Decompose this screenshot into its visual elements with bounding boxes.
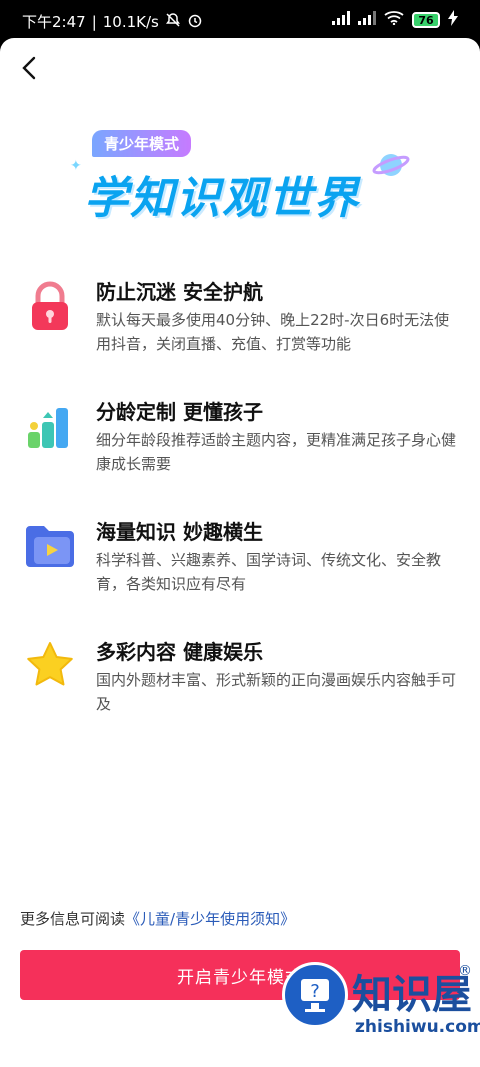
status-left: 下午2:47 | 10.1K/s [22, 11, 203, 32]
feature-desc: 默认每天最多使用40分钟、晚上22时-次日6时无法使用抖音，关闭直播、充值、打赏… [96, 311, 450, 353]
watermark-logo-icon: ? [282, 962, 348, 1028]
sparkle-icon: ✦ [70, 158, 82, 174]
status-divider: | [91, 12, 97, 31]
feature-title: 防止沉迷 安全护航 [96, 280, 263, 304]
video-folder-icon [24, 520, 76, 572]
planet-icon [372, 146, 410, 184]
guidelines-link[interactable]: 《儿童/青少年使用须知》 [125, 910, 295, 928]
battery-icon: 76 [412, 12, 440, 28]
status-right: 76 [332, 10, 458, 30]
watermark-registered: ® [458, 963, 472, 979]
teen-mode-badge: 青少年模式 [92, 130, 192, 157]
feature-desc: 国内外题材丰富、形式新颖的正向漫画娱乐内容触手可及 [96, 671, 457, 713]
alarm-icon [187, 12, 203, 32]
feature-title: 分龄定制 更懂孩子 [96, 400, 263, 424]
charging-icon [448, 10, 458, 30]
svg-text:?: ? [310, 981, 320, 1002]
lock-icon [24, 280, 76, 332]
network-speed: 10.1K/s [102, 12, 159, 31]
teen-mode-sheet: ✦ 青少年模式 学知识观世界 防止沉迷 安全护航 默认每天最多使用40分钟、晚上… [0, 38, 480, 1067]
star-icon [24, 640, 76, 692]
wifi-icon [384, 11, 404, 29]
signal-icon [332, 11, 350, 29]
usage-notice: 更多信息可阅读《儿童/青少年使用须知》 [20, 908, 295, 929]
notice-text: 更多信息可阅读 [20, 910, 126, 928]
hero-title: 学知识观世界 [84, 173, 360, 224]
feature-desc: 细分年龄段推荐适龄主题内容，更精准满足孩子身心健康成长需要 [96, 431, 457, 473]
status-time: 下午2:47 [22, 13, 86, 31]
feature-title: 多彩内容 健康娱乐 [96, 640, 263, 664]
feature-title: 海量知识 妙趣横生 [96, 520, 263, 544]
status-bar: 下午2:47 | 10.1K/s 76 [0, 0, 480, 40]
watermark-url: zhishiwu.com [355, 1017, 480, 1037]
mute-icon [165, 12, 181, 32]
feature-desc: 科学科普、兴趣素养、国学诗词、传统文化、安全教育，各类知识应有尽有 [96, 551, 442, 593]
hero-banner: ✦ 青少年模式 学知识观世界 [70, 124, 410, 244]
back-button[interactable] [18, 54, 42, 82]
watermark-brand: 知识屋 [352, 972, 472, 1018]
signal-icon-2 [358, 11, 376, 29]
bar-chart-icon [24, 400, 76, 452]
